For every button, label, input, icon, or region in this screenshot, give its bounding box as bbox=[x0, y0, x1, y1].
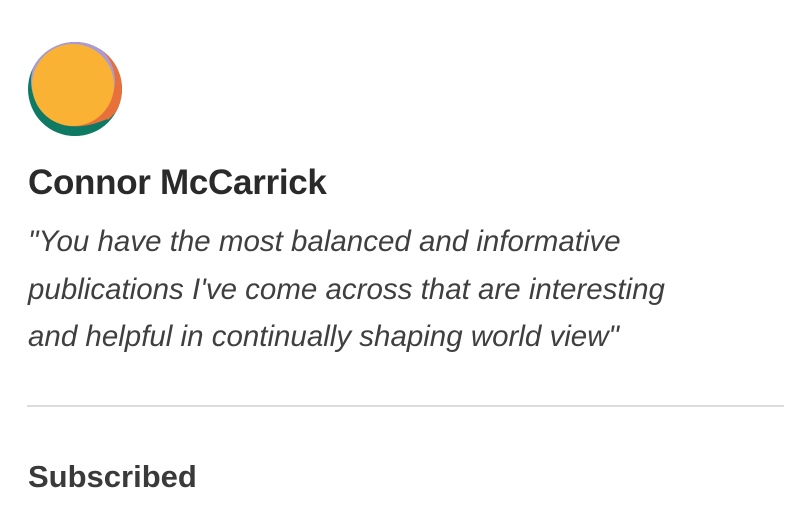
avatar bbox=[27, 41, 123, 137]
quote-line: publications I've come across that are i… bbox=[28, 272, 665, 306]
subscription-status: Subscribed bbox=[28, 459, 197, 494]
author-name: Connor McCarrick bbox=[28, 163, 327, 202]
quote-line: "You have the most balanced and informat… bbox=[28, 225, 621, 258]
sun-logo-icon bbox=[28, 42, 122, 136]
testimonial-quote: "You have the most balanced and informat… bbox=[28, 218, 788, 361]
quote-line: and helpful in continually shaping world… bbox=[28, 320, 619, 353]
divider bbox=[27, 405, 784, 407]
testimonial-card: Connor McCarrick "You have the most bala… bbox=[0, 0, 810, 518]
